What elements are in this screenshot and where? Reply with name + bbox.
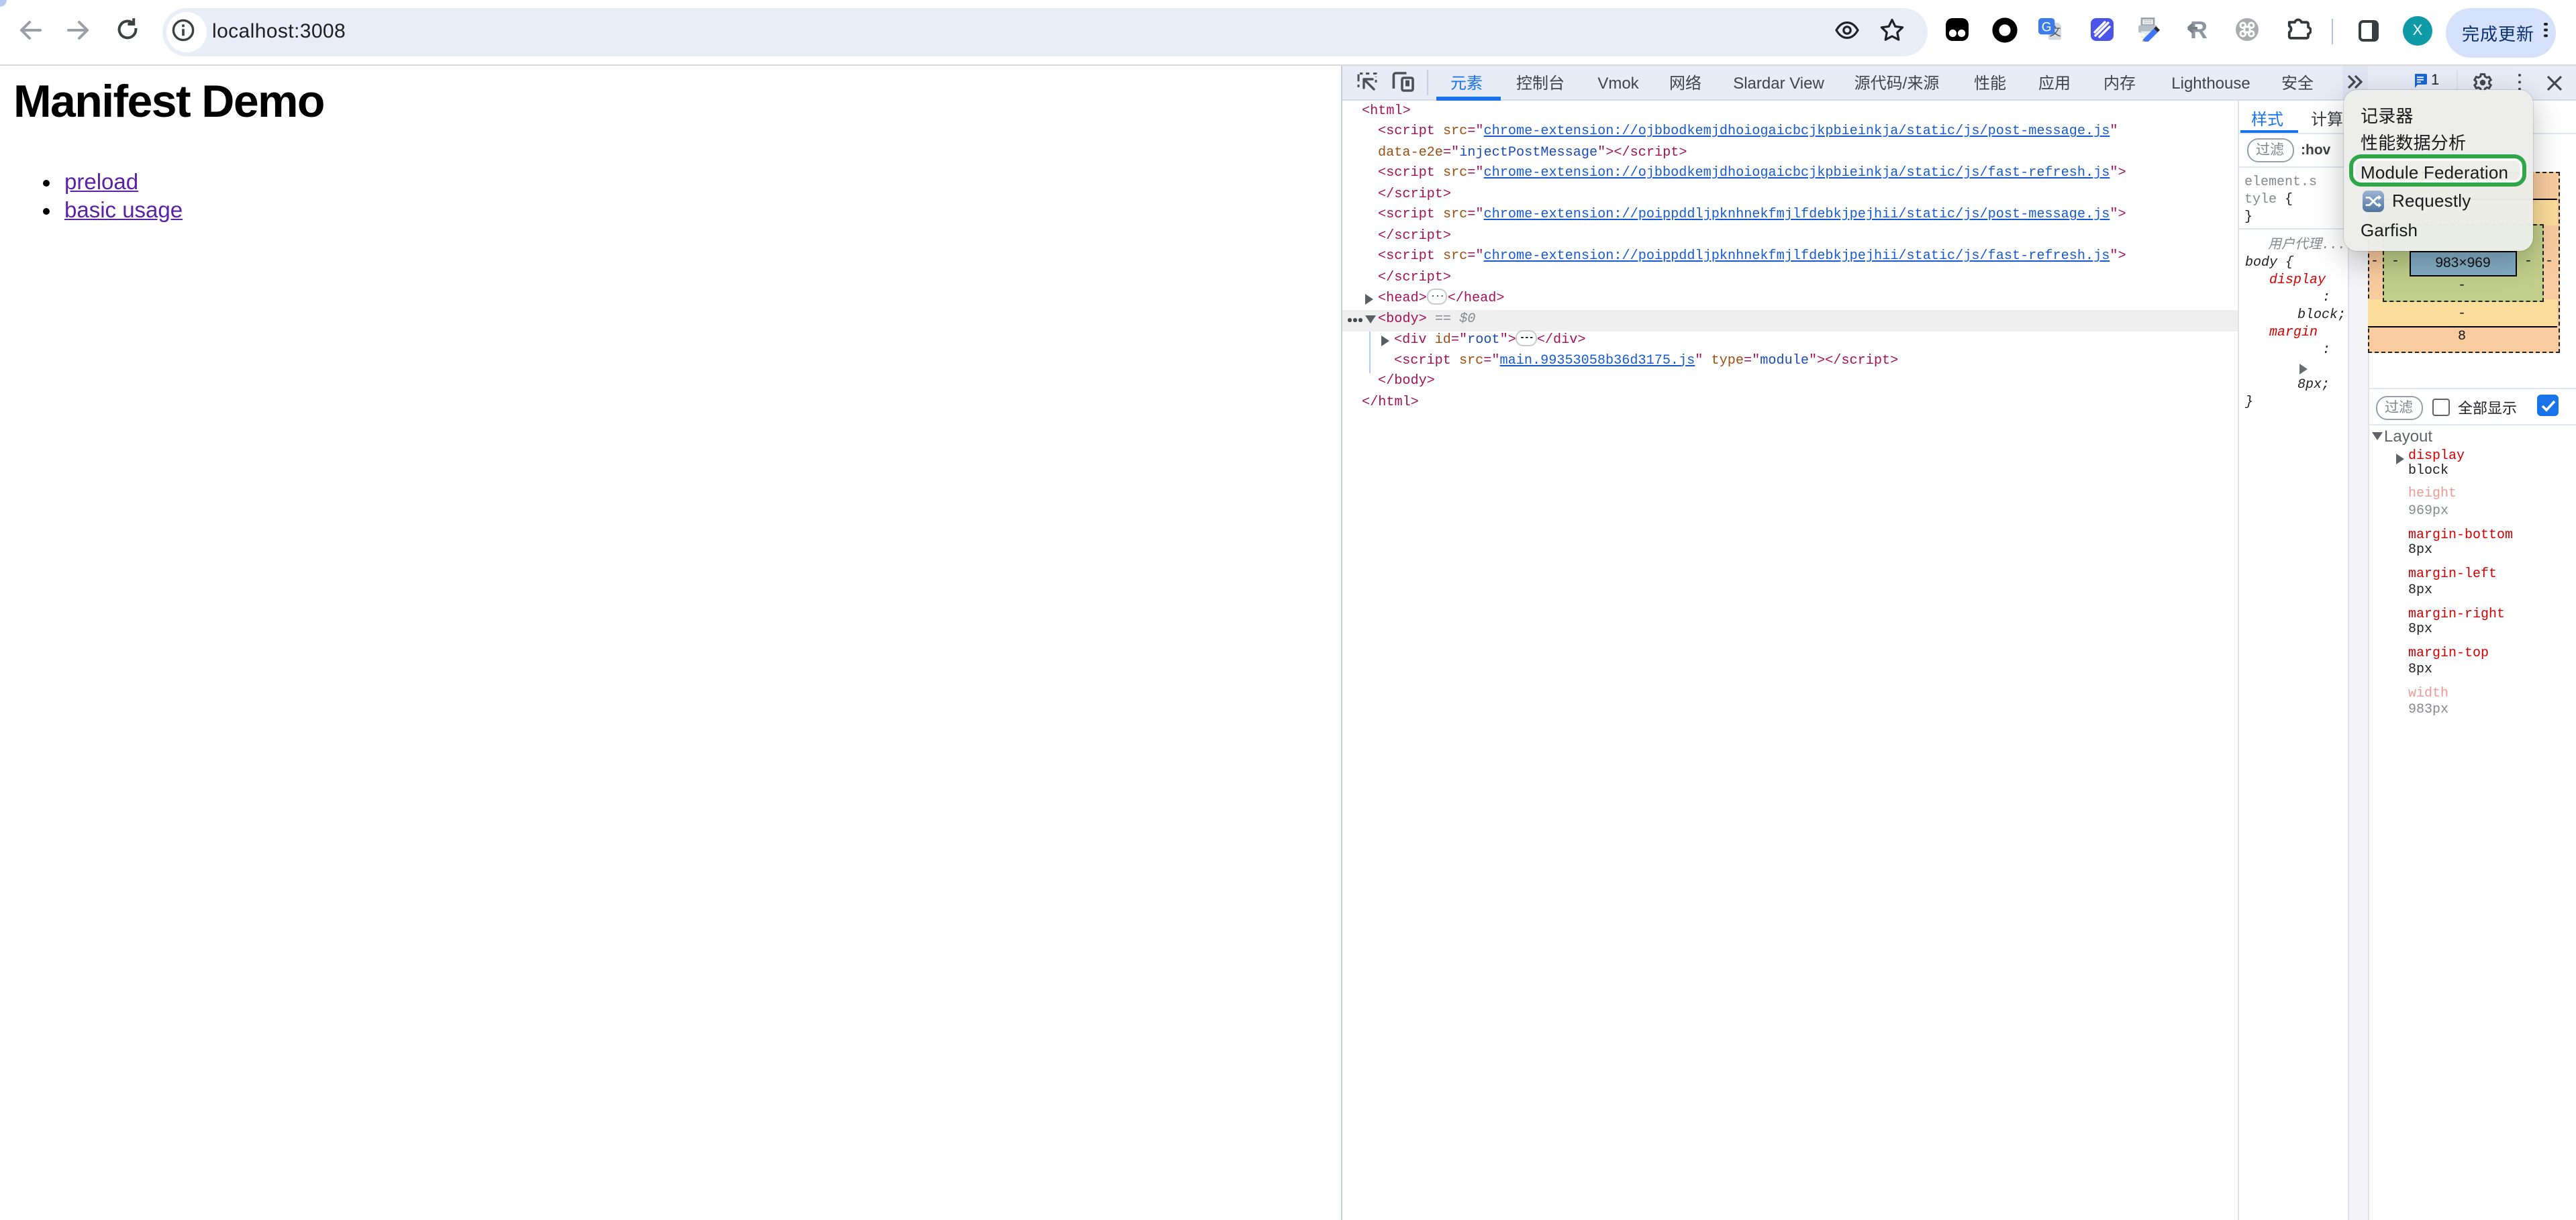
svg-text:G: G <box>2042 21 2052 35</box>
